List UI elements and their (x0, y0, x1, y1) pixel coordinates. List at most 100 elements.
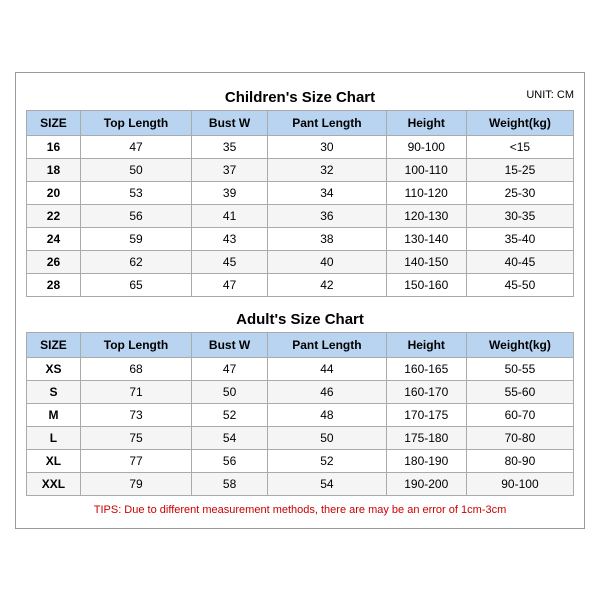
table-cell: 68 (80, 357, 191, 380)
table-cell: 50 (192, 380, 268, 403)
table-row: XS684744160-16550-55 (27, 357, 574, 380)
tips-text: TIPS: Due to different measurement metho… (26, 502, 574, 518)
children-title: Children's Size Chart UNIT: CM (26, 83, 574, 110)
table-cell: 71 (80, 380, 191, 403)
table-cell: 30 (268, 135, 386, 158)
table-cell: XS (27, 357, 81, 380)
adult-col-size: SIZE (27, 332, 81, 357)
table-cell: 16 (27, 135, 81, 158)
table-cell: 47 (192, 273, 268, 296)
table-row: 26624540140-15040-45 (27, 250, 574, 273)
table-cell: 140-150 (386, 250, 466, 273)
table-cell: 73 (80, 403, 191, 426)
table-cell: 35 (192, 135, 268, 158)
adult-title-text: Adult's Size Chart (236, 311, 364, 328)
children-col-toplength: Top Length (80, 110, 191, 135)
children-col-size: SIZE (27, 110, 81, 135)
table-cell: 190-200 (386, 472, 466, 495)
children-col-weight: Weight(kg) (466, 110, 573, 135)
table-cell: 110-120 (386, 181, 466, 204)
table-cell: 65 (80, 273, 191, 296)
table-cell: 79 (80, 472, 191, 495)
adult-col-bustw: Bust W (192, 332, 268, 357)
adult-header-row: SIZE Top Length Bust W Pant Length Heigh… (27, 332, 574, 357)
table-cell: 20 (27, 181, 81, 204)
adult-col-weight: Weight(kg) (466, 332, 573, 357)
table-cell: 35-40 (466, 227, 573, 250)
table-cell: 40 (268, 250, 386, 273)
table-cell: 90-100 (386, 135, 466, 158)
children-table: SIZE Top Length Bust W Pant Length Heigh… (26, 110, 574, 297)
table-cell: 40-45 (466, 250, 573, 273)
table-cell: 77 (80, 449, 191, 472)
table-row: S715046160-17055-60 (27, 380, 574, 403)
table-cell: 30-35 (466, 204, 573, 227)
table-cell: 38 (268, 227, 386, 250)
table-cell: 18 (27, 158, 81, 181)
table-cell: 50-55 (466, 357, 573, 380)
table-cell: 70-80 (466, 426, 573, 449)
table-cell: 59 (80, 227, 191, 250)
unit-label: UNIT: CM (526, 89, 574, 101)
table-cell: 150-160 (386, 273, 466, 296)
table-cell: 175-180 (386, 426, 466, 449)
table-cell: XXL (27, 472, 81, 495)
table-cell: 60-70 (466, 403, 573, 426)
table-cell: 22 (27, 204, 81, 227)
table-cell: 58 (192, 472, 268, 495)
table-cell: 32 (268, 158, 386, 181)
table-cell: M (27, 403, 81, 426)
table-cell: 130-140 (386, 227, 466, 250)
table-cell: 160-170 (386, 380, 466, 403)
table-cell: 54 (268, 472, 386, 495)
children-col-pantlength: Pant Length (268, 110, 386, 135)
children-header-row: SIZE Top Length Bust W Pant Length Heigh… (27, 110, 574, 135)
table-cell: 160-165 (386, 357, 466, 380)
table-cell: 53 (80, 181, 191, 204)
table-cell: 44 (268, 357, 386, 380)
table-cell: 50 (80, 158, 191, 181)
table-cell: 75 (80, 426, 191, 449)
table-cell: 62 (80, 250, 191, 273)
table-cell: 41 (192, 204, 268, 227)
table-cell: 42 (268, 273, 386, 296)
table-cell: S (27, 380, 81, 403)
table-cell: 170-175 (386, 403, 466, 426)
table-cell: 24 (27, 227, 81, 250)
table-cell: 80-90 (466, 449, 573, 472)
table-cell: 90-100 (466, 472, 573, 495)
table-cell: 56 (192, 449, 268, 472)
table-cell: 46 (268, 380, 386, 403)
children-col-bustw: Bust W (192, 110, 268, 135)
adult-col-pantlength: Pant Length (268, 332, 386, 357)
table-cell: 43 (192, 227, 268, 250)
table-row: 20533934110-12025-30 (27, 181, 574, 204)
table-cell: 120-130 (386, 204, 466, 227)
children-col-height: Height (386, 110, 466, 135)
table-cell: 54 (192, 426, 268, 449)
table-cell: 47 (192, 357, 268, 380)
table-cell: 36 (268, 204, 386, 227)
table-cell: 47 (80, 135, 191, 158)
table-cell: 50 (268, 426, 386, 449)
table-cell: 100-110 (386, 158, 466, 181)
adult-table: SIZE Top Length Bust W Pant Length Heigh… (26, 332, 574, 496)
table-row: 28654742150-16045-50 (27, 273, 574, 296)
table-cell: <15 (466, 135, 573, 158)
table-cell: 26 (27, 250, 81, 273)
table-cell: 15-25 (466, 158, 573, 181)
children-title-text: Children's Size Chart (225, 89, 375, 106)
table-row: 22564136120-13030-35 (27, 204, 574, 227)
table-row: XL775652180-19080-90 (27, 449, 574, 472)
table-cell: L (27, 426, 81, 449)
chart-wrapper: Children's Size Chart UNIT: CM SIZE Top … (15, 72, 585, 529)
table-cell: 48 (268, 403, 386, 426)
table-cell: 55-60 (466, 380, 573, 403)
table-cell: 52 (192, 403, 268, 426)
table-cell: 52 (268, 449, 386, 472)
table-row: XXL795854190-20090-100 (27, 472, 574, 495)
table-cell: 56 (80, 204, 191, 227)
table-cell: 37 (192, 158, 268, 181)
table-cell: 39 (192, 181, 268, 204)
table-cell: 25-30 (466, 181, 573, 204)
